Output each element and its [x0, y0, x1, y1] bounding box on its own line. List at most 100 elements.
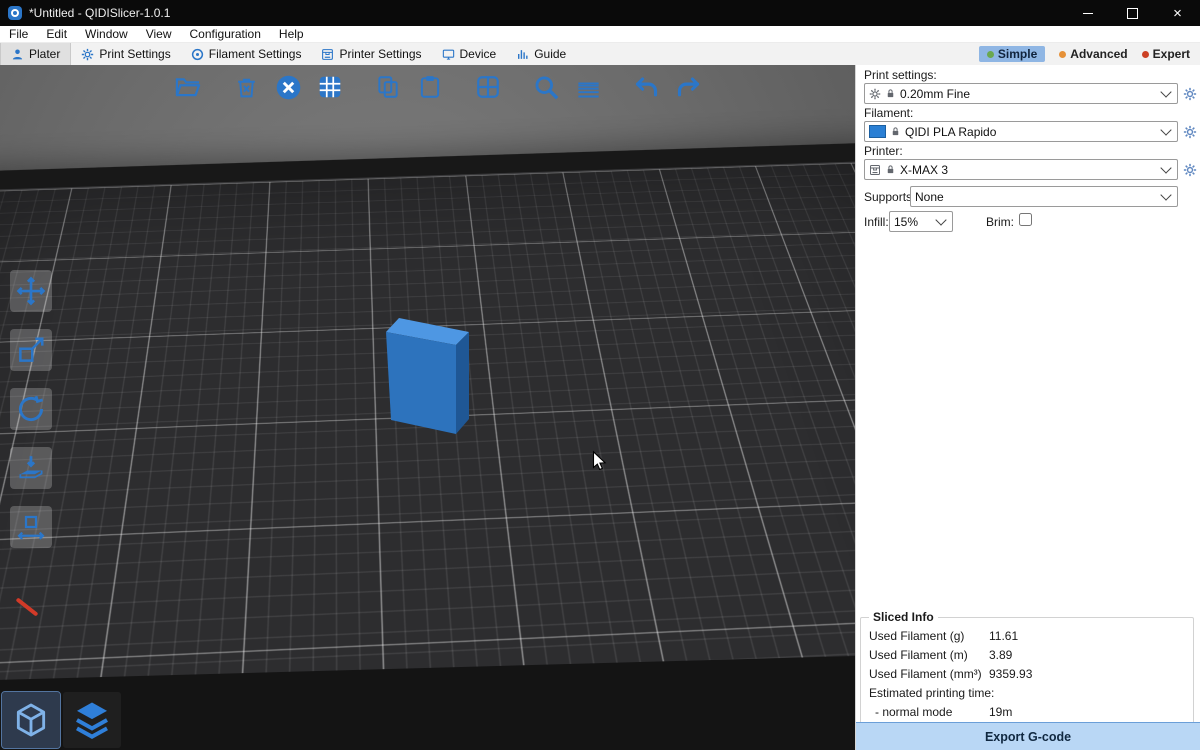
split-view-button[interactable] — [472, 71, 504, 103]
printer-icon — [869, 164, 881, 176]
open-folder-icon — [174, 73, 202, 101]
mode-label: Expert — [1153, 47, 1190, 61]
chevron-down-icon — [1160, 86, 1171, 97]
undo-button[interactable] — [630, 71, 662, 103]
infill-label: Infill: — [864, 215, 889, 229]
menu-view[interactable]: View — [146, 27, 172, 41]
close-icon: × — [1173, 6, 1182, 21]
copy-button[interactable] — [372, 71, 404, 103]
redo-button[interactable] — [672, 71, 704, 103]
view-toggles — [2, 692, 121, 748]
menu-help[interactable]: Help — [279, 27, 304, 41]
move-icon — [16, 276, 46, 306]
filament-gear-button[interactable] — [1181, 123, 1198, 140]
minimize-button[interactable] — [1065, 0, 1110, 26]
trash-icon — [234, 75, 259, 100]
3d-viewport[interactable] — [0, 65, 855, 750]
scale-tool-button[interactable] — [10, 329, 52, 371]
maximize-button[interactable] — [1110, 0, 1155, 26]
brim-label: Brim: — [986, 215, 1014, 229]
filament-label: Filament: — [864, 106, 913, 120]
paste-button[interactable] — [414, 71, 446, 103]
tab-print-settings[interactable]: Print Settings — [71, 43, 180, 65]
simple-dot-icon — [987, 51, 994, 58]
export-gcode-button[interactable]: Export G-code — [856, 722, 1200, 750]
sliced-info-label: Used Filament (mm³) — [869, 667, 989, 681]
chevron-down-icon — [1160, 162, 1171, 173]
place-on-face-icon — [16, 453, 46, 483]
print-settings-gear-button[interactable] — [1181, 85, 1198, 102]
menu-edit[interactable]: Edit — [46, 27, 67, 41]
mode-simple[interactable]: Simple — [979, 46, 1045, 62]
advanced-dot-icon — [1059, 51, 1066, 58]
rotate-tool-button[interactable] — [10, 388, 52, 430]
close-button[interactable]: × — [1155, 0, 1200, 26]
delete-button[interactable] — [230, 71, 262, 103]
tab-label: Plater — [29, 47, 60, 61]
gear-icon — [81, 48, 94, 61]
filament-select[interactable]: QIDI PLA Rapido — [864, 121, 1178, 142]
layers-stack-icon — [72, 700, 112, 740]
plater-icon — [11, 48, 24, 61]
model-cube[interactable] — [383, 316, 473, 438]
printer-label: Printer: — [864, 144, 903, 158]
chevron-down-icon — [1160, 189, 1171, 200]
supports-select[interactable]: None — [910, 186, 1178, 207]
tab-filament-settings[interactable]: Filament Settings — [181, 43, 312, 65]
filament-value: QIDI PLA Rapido — [905, 125, 1158, 139]
sliced-info-label: - normal mode — [869, 705, 989, 719]
measure-width-icon — [16, 512, 46, 542]
3d-editor-view-button[interactable] — [2, 692, 60, 748]
arrange-button[interactable] — [314, 71, 346, 103]
minimize-icon — [1083, 13, 1093, 14]
tab-printer-settings[interactable]: Printer Settings — [311, 43, 431, 65]
move-tool-button[interactable] — [10, 270, 52, 312]
tab-label: Filament Settings — [209, 47, 302, 61]
sliced-info-title: Sliced Info — [869, 610, 938, 624]
print-settings-value: 0.20mm Fine — [900, 87, 1158, 101]
titlebar: *Untitled - QIDISlicer-1.0.1 × — [0, 0, 1200, 26]
variable-layer-height-button[interactable] — [572, 71, 604, 103]
copy-icon — [375, 74, 401, 100]
tab-label: Device — [460, 47, 497, 61]
place-on-face-tool-button[interactable] — [10, 447, 52, 489]
app-window: *Untitled - QIDISlicer-1.0.1 × File Edit… — [0, 0, 1200, 750]
redo-icon — [675, 74, 702, 101]
split-view-icon — [475, 74, 501, 100]
app-logo-icon — [8, 6, 22, 20]
sidebar: Print settings: 0.20mm Fine Filament: QI… — [855, 65, 1200, 750]
sliced-info-value: 9359.93 — [989, 667, 1032, 681]
supports-value: None — [915, 190, 1158, 204]
paste-icon — [417, 74, 443, 100]
printer-row: X-MAX 3 — [856, 159, 1200, 179]
print-settings-row: 0.20mm Fine — [856, 83, 1200, 103]
open-file-button[interactable] — [172, 71, 204, 103]
tab-device[interactable]: Device — [432, 43, 507, 65]
delete-all-button[interactable] — [272, 71, 304, 103]
menu-configuration[interactable]: Configuration — [190, 27, 261, 41]
measure-tool-button[interactable] — [10, 506, 52, 548]
tab-plater[interactable]: Plater — [0, 43, 71, 65]
variable-layer-height-icon — [575, 74, 602, 101]
printer-gear-button[interactable] — [1181, 161, 1198, 178]
tab-guide[interactable]: Guide — [506, 43, 576, 65]
search-button[interactable] — [530, 71, 562, 103]
tab-label: Guide — [534, 47, 566, 61]
filament-spool-icon — [191, 48, 204, 61]
preview-view-button[interactable] — [63, 692, 121, 748]
search-icon — [533, 74, 560, 101]
monitor-icon — [442, 48, 455, 61]
mode-expert[interactable]: Expert — [1142, 47, 1190, 61]
menu-file[interactable]: File — [9, 27, 28, 41]
print-settings-select[interactable]: 0.20mm Fine — [864, 83, 1178, 104]
maximize-icon — [1127, 8, 1138, 19]
printer-select[interactable]: X-MAX 3 — [864, 159, 1178, 180]
infill-select[interactable]: 15% — [889, 211, 953, 232]
mode-switcher: Simple Advanced Expert — [979, 43, 1200, 65]
supports-label: Supports: — [864, 190, 915, 204]
brim-checkbox[interactable] — [1019, 213, 1032, 226]
mouse-cursor — [588, 450, 610, 472]
menu-window[interactable]: Window — [85, 27, 128, 41]
rotate-icon — [16, 394, 46, 424]
mode-advanced[interactable]: Advanced — [1059, 47, 1127, 61]
